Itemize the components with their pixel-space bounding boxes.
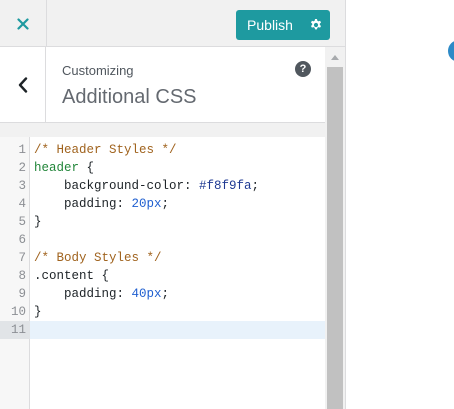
code-token: } <box>34 305 42 319</box>
code-token: ; <box>251 179 260 193</box>
code-token: #f8f9fa <box>199 179 252 193</box>
scrollbar[interactable] <box>325 47 345 409</box>
code-text: .content { <box>34 267 109 285</box>
caret-up-icon <box>331 54 339 60</box>
gear-icon <box>310 19 322 30</box>
code-line[interactable]: 11 <box>0 321 325 339</box>
code-line[interactable]: 10} <box>0 303 325 321</box>
page-title: Additional CSS <box>62 86 197 108</box>
close-customizer-button[interactable] <box>0 0 47 47</box>
code-token: ; <box>161 287 170 301</box>
chevron-left-icon <box>18 77 27 93</box>
code-token: ; <box>161 197 170 211</box>
line-number: 11 <box>0 321 30 339</box>
line-number: 10 <box>10 305 26 319</box>
code-line[interactable]: 2 header { <box>0 159 325 177</box>
code-text: background-color: #f8f9fa; <box>34 177 259 195</box>
line-number: 3 <box>18 179 26 193</box>
code-token: 20px <box>131 197 162 211</box>
help-button[interactable]: ? <box>295 61 311 77</box>
publish-button[interactable]: Publish <box>236 10 302 40</box>
code-line[interactable]: 5} <box>0 213 325 231</box>
code-token: { <box>79 161 95 175</box>
customizer-header: Publish <box>0 0 345 47</box>
code-token: /* Body Styles */ <box>34 251 162 265</box>
line-number: 1 <box>18 143 26 157</box>
section-header: Customizing Additional CSS ? <box>0 47 325 123</box>
code-line[interactable]: 9 padding: 40px; <box>0 285 325 303</box>
code-line[interactable]: 8 .content { <box>0 267 325 285</box>
code-line[interactable]: 3 background-color: #f8f9fa; <box>0 177 325 195</box>
line-number: 6 <box>18 233 26 247</box>
line-number: 2 <box>18 161 26 175</box>
code-token: .content { <box>34 269 110 283</box>
publish-settings-button[interactable] <box>302 10 330 40</box>
code-token: /* Header Styles */ <box>34 143 177 157</box>
code-text: /* Body Styles */ <box>34 249 162 267</box>
code-text: /* Header Styles */ <box>34 141 177 159</box>
code-text: padding: 20px; <box>34 195 169 213</box>
breadcrumb: Customizing <box>62 63 134 78</box>
scrollbar-thumb[interactable] <box>327 67 343 409</box>
code-token: } <box>34 215 42 229</box>
site-preview <box>346 0 454 409</box>
customizer-panel: Publish Customizing Additional CSS ? 1 /*… <box>0 0 346 409</box>
code-token: 40px <box>131 287 162 301</box>
code-line[interactable]: 6 <box>0 231 325 249</box>
code-text: padding: 40px; <box>34 285 169 303</box>
code-text: header { <box>34 159 94 177</box>
back-button[interactable] <box>0 47 46 123</box>
code-token: header <box>34 161 80 175</box>
code-token: padding: <box>34 197 132 211</box>
code-line[interactable]: 1 /* Header Styles */ <box>0 141 325 159</box>
code-line[interactable]: 4 padding: 20px; <box>0 195 325 213</box>
line-number: 4 <box>18 197 26 211</box>
close-icon <box>17 17 29 30</box>
line-number: 8 <box>18 269 26 283</box>
help-icon: ? <box>299 63 307 75</box>
css-code-editor[interactable]: 1/* Header Styles */2 header {3 backgroun… <box>0 137 325 409</box>
code-text: } <box>34 303 42 321</box>
code-token: padding: <box>34 287 132 301</box>
line-number: 7 <box>18 251 26 265</box>
scroll-up-button[interactable] <box>325 51 345 63</box>
code-token: background-color: <box>34 179 200 193</box>
line-number: 5 <box>18 215 26 229</box>
code-text: } <box>34 213 42 231</box>
preview-edit-shortcut-icon[interactable] <box>448 40 454 62</box>
publish-button-group: Publish <box>236 10 330 40</box>
line-number: 9 <box>18 287 26 301</box>
code-line[interactable]: 7 /* Body Styles */ <box>0 249 325 267</box>
